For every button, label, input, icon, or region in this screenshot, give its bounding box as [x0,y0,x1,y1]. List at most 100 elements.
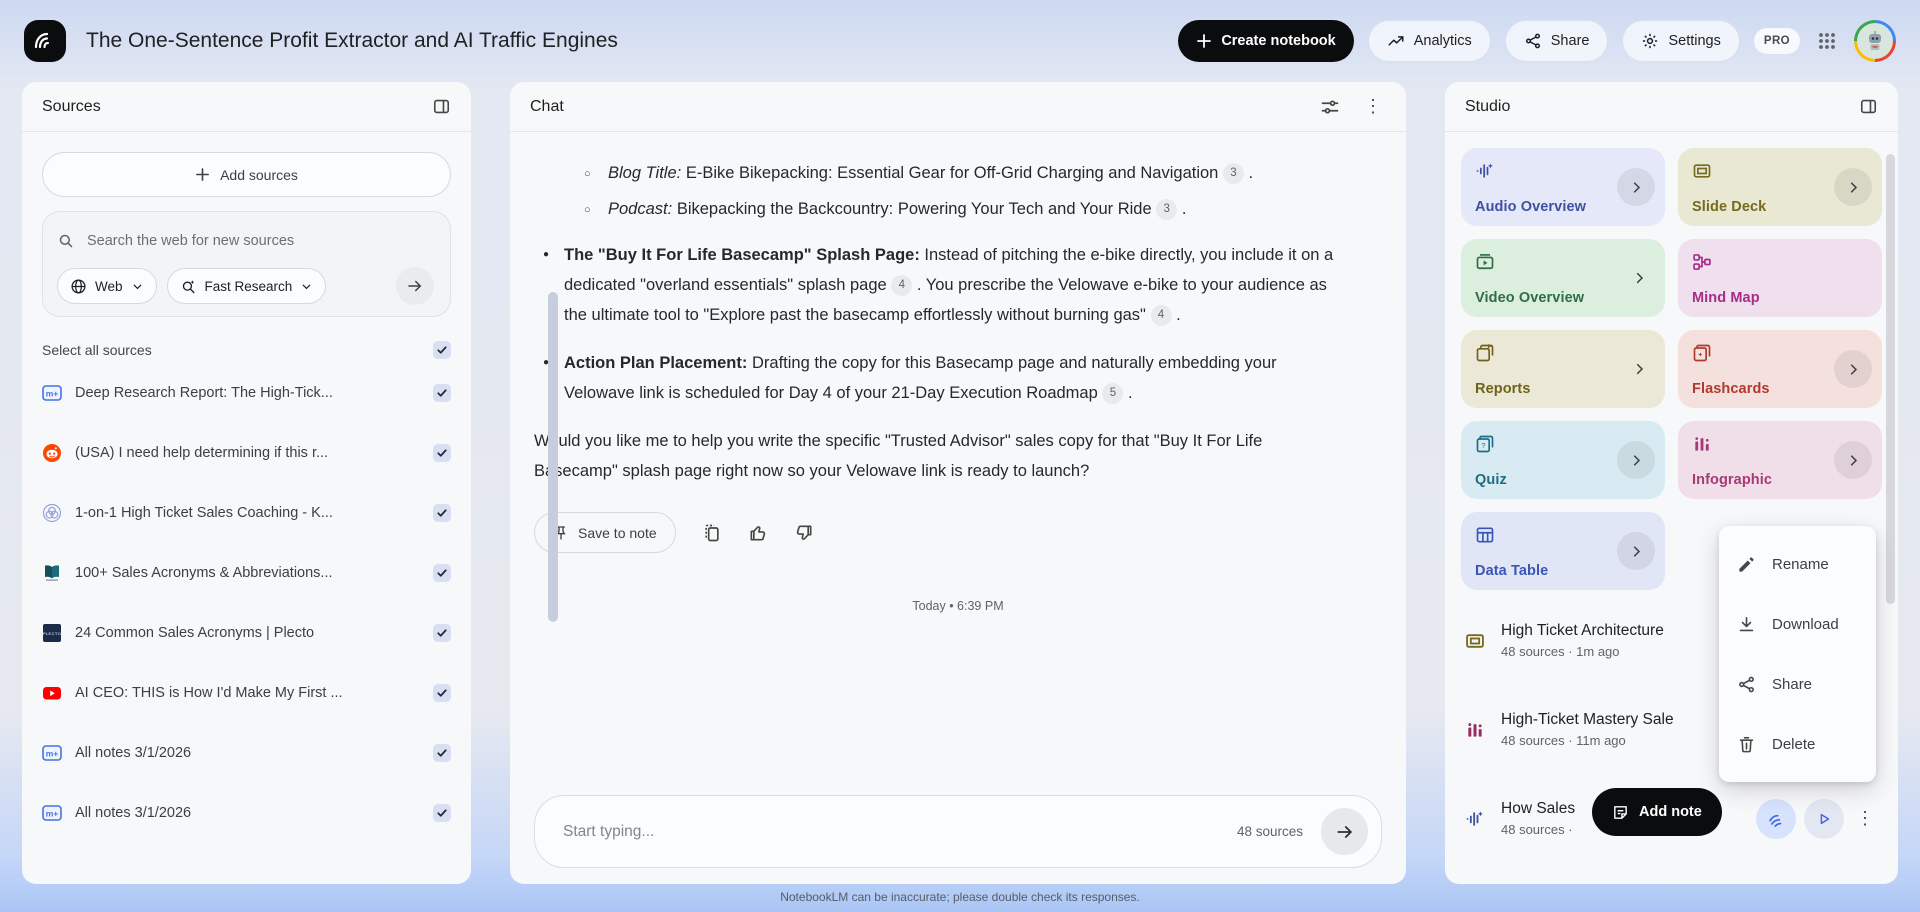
pencil-icon [1737,555,1756,574]
collapse-panel-icon[interactable] [1859,97,1878,116]
gear-icon [1641,32,1659,50]
tile-slide-deck[interactable]: Slide Deck [1678,148,1882,226]
tile-flashcards[interactable]: Flashcards [1678,330,1882,408]
google-apps-grid-icon[interactable] [1814,28,1840,54]
send-button[interactable] [1321,808,1368,855]
source-checkbox[interactable] [433,384,451,402]
add-note-button[interactable]: Add note [1592,788,1722,836]
chat-message-area: Blog Title: E-Bike Bikepacking: Essentia… [510,132,1406,781]
list-item: Action Plan Placement: Drafting the copy… [534,348,1346,408]
source-checkbox[interactable] [433,444,451,462]
assistant-message: Blog Title: E-Bike Bikepacking: Essentia… [534,158,1346,486]
copy-icon[interactable] [702,523,722,543]
search-submit-button[interactable] [396,267,434,305]
source-row[interactable]: 1-on-1 High Ticket Sales Coaching - K... [22,483,471,543]
chevron-right-icon[interactable] [1834,350,1872,388]
svg-text:PLECTO: PLECTO [43,631,61,636]
top-header: The One-Sentence Profit Extractor and AI… [0,0,1920,82]
research-mode-dropdown[interactable]: Fast Research [166,268,327,304]
chat-panel: Chat ⋮ Blog Title: E-Bike Bikepacking: E… [510,82,1406,884]
sources-panel-header: Sources [22,82,471,132]
menu-item-rename[interactable]: Rename [1719,534,1876,594]
thumbs-up-icon[interactable] [748,523,768,543]
search-icon [57,232,75,250]
source-checkbox[interactable] [433,564,451,582]
bullet-list: The "Buy It For Life Basecamp" Splash Pa… [534,240,1346,408]
search-placeholder: Search the web for new sources [87,233,295,249]
select-all-row: Select all sources [42,341,451,359]
source-row[interactable]: PLECTO 24 Common Sales Acronyms | Plecto [22,603,471,663]
source-row[interactable]: 100+ Sales Acronyms & Abbreviations... [22,543,471,603]
book-favicon-icon [42,563,62,583]
chat-settings-icon[interactable] [1320,97,1340,117]
note-more-menu-icon[interactable]: ⋮ [1852,808,1878,829]
closing-question: Would you like me to help you write the … [534,432,1263,480]
settings-button[interactable]: Settings [1622,20,1740,62]
source-row[interactable]: m+ All notes 3/1/2026 [22,783,471,843]
citation-chip[interactable]: 3 [1222,162,1244,184]
add-sources-button[interactable]: Add sources [42,152,451,197]
chevron-right-icon[interactable] [1632,271,1647,286]
play-icon[interactable] [1804,798,1844,839]
tile-video-overview[interactable]: Video Overview [1461,239,1665,317]
chevron-right-icon[interactable] [1617,532,1655,570]
tile-quiz[interactable]: ? Quiz [1461,421,1665,499]
create-notebook-button[interactable]: Create notebook [1178,20,1354,62]
web-search-card: Search the web for new sources Web Fast … [42,211,451,317]
plus-icon [1196,33,1212,49]
studio-panel: Studio Audio Overview Slide Deck Video O… [1445,82,1898,884]
web-source-dropdown[interactable]: Web [57,268,157,304]
tile-reports[interactable]: Reports [1461,330,1665,408]
source-row[interactable]: m+ All notes 3/1/2026 [22,723,471,783]
menu-item-download[interactable]: Download [1719,594,1876,654]
chat-input[interactable]: Start typing... 48 sources [534,795,1382,868]
share-icon [1737,675,1756,694]
chat-more-menu-icon[interactable]: ⋮ [1360,96,1386,117]
tile-mind-map[interactable]: Mind Map [1678,239,1882,317]
tile-infographic[interactable]: Infographic [1678,421,1882,499]
search-filters: Web Fast Research [57,267,436,305]
source-row[interactable]: AI CEO: THIS is How I'd Make My First ..… [22,663,471,723]
chevron-right-icon[interactable] [1617,441,1655,479]
citation-chip[interactable]: 4 [1150,304,1172,326]
chevron-right-icon[interactable] [1617,168,1655,206]
tile-data-table[interactable]: Data Table [1461,512,1665,590]
citation-chip[interactable]: 4 [891,274,913,296]
sub-bullet-list: Blog Title: E-Bike Bikepacking: Essentia… [581,158,1346,225]
notebooklm-doc-icon: m+ [42,383,62,403]
source-row[interactable]: (USA) I need help determining if this r.… [22,423,471,483]
tile-audio-overview[interactable]: Audio Overview [1461,148,1665,226]
source-row[interactable]: m+ Deep Research Report: The High-Tick..… [22,363,471,423]
interactive-mode-icon[interactable] [1756,798,1796,839]
list-item: The "Buy It For Life Basecamp" Splash Pa… [534,240,1346,330]
source-checkbox[interactable] [433,684,451,702]
user-avatar[interactable] [1854,20,1896,62]
source-checkbox[interactable] [433,804,451,822]
citation-chip[interactable]: 3 [1156,198,1178,220]
collapse-panel-icon[interactable] [432,97,451,116]
share-button[interactable]: Share [1504,20,1609,62]
citation-chip[interactable]: 5 [1102,382,1124,404]
menu-item-share[interactable]: Share [1719,654,1876,714]
select-all-checkbox[interactable] [433,341,451,359]
note-actions: ⋮ [1756,798,1878,839]
analytics-button[interactable]: Analytics [1367,20,1491,62]
search-input[interactable]: Search the web for new sources [57,220,436,262]
notebooklm-logo-icon[interactable] [24,20,66,62]
source-checkbox[interactable] [433,504,451,522]
source-checkbox[interactable] [433,744,451,762]
chat-scrollbar[interactable] [548,292,558,622]
notebook-title[interactable]: The One-Sentence Profit Extractor and AI… [86,29,1164,53]
header-actions: Create notebook Analytics Share Settings… [1178,20,1896,62]
source-checkbox[interactable] [433,624,451,642]
menu-item-delete[interactable]: Delete [1719,714,1876,774]
svg-text:m+: m+ [46,748,59,758]
chevron-right-icon[interactable] [1632,362,1647,377]
thumbs-down-icon[interactable] [794,523,814,543]
chevron-right-icon[interactable] [1834,168,1872,206]
chevron-right-icon[interactable] [1834,441,1872,479]
mind-map-icon [1692,252,1868,272]
studio-scrollbar-thumb[interactable] [1886,154,1895,604]
plus-icon [195,167,210,182]
chat-timestamp: Today • 6:39 PM [912,599,1004,613]
